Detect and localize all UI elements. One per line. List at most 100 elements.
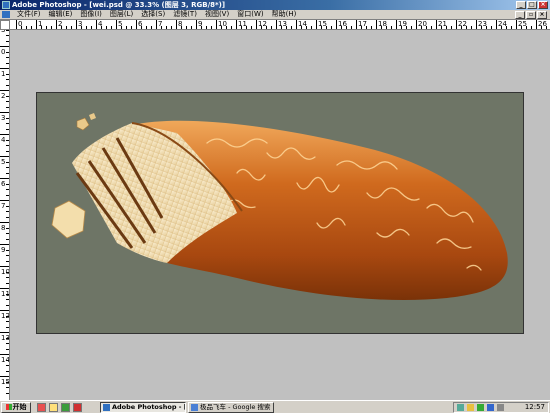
ruler-label: 11 [1,290,10,298]
ruler-minor-tick [491,26,492,29]
ruler-tick [0,266,9,267]
maximize-icon: □ [529,1,535,8]
ruler-tick [0,244,9,245]
start-button[interactable]: 开始 [1,402,31,413]
quicklaunch-icon-2[interactable] [49,403,58,412]
ruler-minor-tick [6,326,9,328]
ruler-label: 17 [358,20,367,28]
network-icon[interactable] [457,404,464,411]
ruler-label: 2 [1,92,6,100]
ruler-minor-tick [6,183,9,185]
ruler-minor-tick [66,26,67,29]
ruler-minor-tick [6,161,9,163]
ruler-minor-tick [6,128,9,130]
ruler-label: 15 [318,20,327,28]
ruler-minor-tick [31,26,32,29]
ruler-label: 15 [1,378,10,386]
close-button[interactable]: × [538,1,548,9]
menu-item[interactable]: 视图(V) [201,10,233,19]
ruler-minor-tick [106,26,107,29]
ruler-minor-tick [6,348,9,350]
ruler-minor-tick [6,304,9,306]
quicklaunch-icon-1[interactable] [37,403,46,412]
ruler-label: 4 [1,136,6,144]
ruler-tick [0,46,9,47]
maximize-button[interactable]: □ [527,1,537,9]
vertical-ruler[interactable]: 3 0 1 2 3 4 5 6 7 8 9 10 11 12 13 14 15 [0,20,10,400]
ruler-minor-tick [451,26,452,29]
quicklaunch-icon-4[interactable] [73,403,82,412]
ruler-minor-tick [231,26,232,29]
task-photoshop[interactable]: Adobe Photoshop - [w... [100,402,186,413]
ruler-minor-tick [6,277,9,278]
ruler-label: 12 [258,20,267,28]
restore-icon: ▫ [528,11,534,18]
ruler-tick [36,20,37,29]
ruler-tick [476,20,477,29]
ruler-label: 2 [58,20,63,28]
ruler-tick [336,20,337,29]
ruler-minor-tick [191,26,192,29]
ruler-minor-tick [126,26,127,29]
title-bar: Adobe Photoshop - [wei.psd @ 33.3% (图层 3… [0,0,550,10]
menu-item[interactable]: 图像(I) [76,10,106,19]
ruler-tick [0,112,9,113]
doc-minimize-button[interactable]: _ [515,11,525,19]
volume-icon[interactable] [497,404,504,411]
ruler-minor-tick [6,216,9,218]
ruler-minor-tick [6,79,9,80]
ruler-tick [0,310,9,311]
close-icon: × [540,1,546,8]
task-label: Adobe Photoshop - [w... [112,403,185,411]
ruler-minor-tick [6,139,9,141]
ruler-label: 23 [478,20,487,28]
tray-app-icon[interactable] [487,404,494,411]
menu-item[interactable]: 选择(S) [137,10,169,19]
ruler-label: 0 [1,48,6,56]
minimize-button[interactable]: _ [516,1,526,9]
menu-item[interactable]: 文件(F) [13,10,45,19]
document-icon [2,11,10,18]
document-canvas[interactable] [36,92,524,334]
ruler-minor-tick [431,26,432,29]
ruler-label: 1 [38,20,43,28]
ruler-minor-tick [251,26,252,29]
ruler-minor-tick [6,365,9,366]
ruler-label: 10 [218,20,227,28]
menu-item[interactable]: 图层(L) [106,10,137,19]
photoshop-icon [2,1,10,9]
ruler-minor-tick [531,26,532,29]
ruler-origin[interactable] [0,20,10,30]
ruler-label: 25 [518,20,527,28]
ruler-minor-tick [6,211,9,212]
task-browser[interactable]: 极品飞车 - Google 搜索 ... [188,402,274,413]
menu-item[interactable]: 窗口(W) [233,10,267,19]
ruler-tick [376,20,377,29]
ruler-tick [96,20,97,29]
ruler-minor-tick [111,26,112,29]
doc-close-button[interactable]: × [537,11,547,19]
wafer-crumb-small [76,117,90,131]
ruler-label: 14 [1,356,10,364]
ruler-label: 20 [418,20,427,28]
ruler-label: 3 [78,20,83,28]
ruler-minor-tick [471,26,472,29]
menu-item[interactable]: 滤镜(T) [169,10,201,19]
minimize-icon: _ [518,11,522,18]
quicklaunch-icon-3[interactable] [61,403,70,412]
ruler-tick [0,90,9,91]
tray-app-icon[interactable] [467,404,474,411]
ruler-tick [0,134,9,135]
tray-app-icon[interactable] [477,404,484,411]
ruler-minor-tick [6,117,9,119]
ruler-tick [236,20,237,29]
ruler-minor-tick [351,26,352,29]
doc-restore-button[interactable]: ▫ [526,11,536,19]
ruler-tick [436,20,437,29]
menu-bar: 文件(F) 编辑(E) 图像(I) 图层(L) 选择(S) 滤镜(T) 视图(V) 窗口(W)… [0,10,550,20]
menu-item[interactable]: 帮助(H) [268,10,301,19]
ruler-label: 9 [198,20,203,28]
ruler-minor-tick [6,95,9,97]
horizontal-ruler[interactable]: 0 1 2 3 4 5 6 7 8 9 10 11 12 13 14 15 16 17 18 19 20 21 22 23 24… [10,20,550,30]
menu-item[interactable]: 编辑(E) [45,10,77,19]
